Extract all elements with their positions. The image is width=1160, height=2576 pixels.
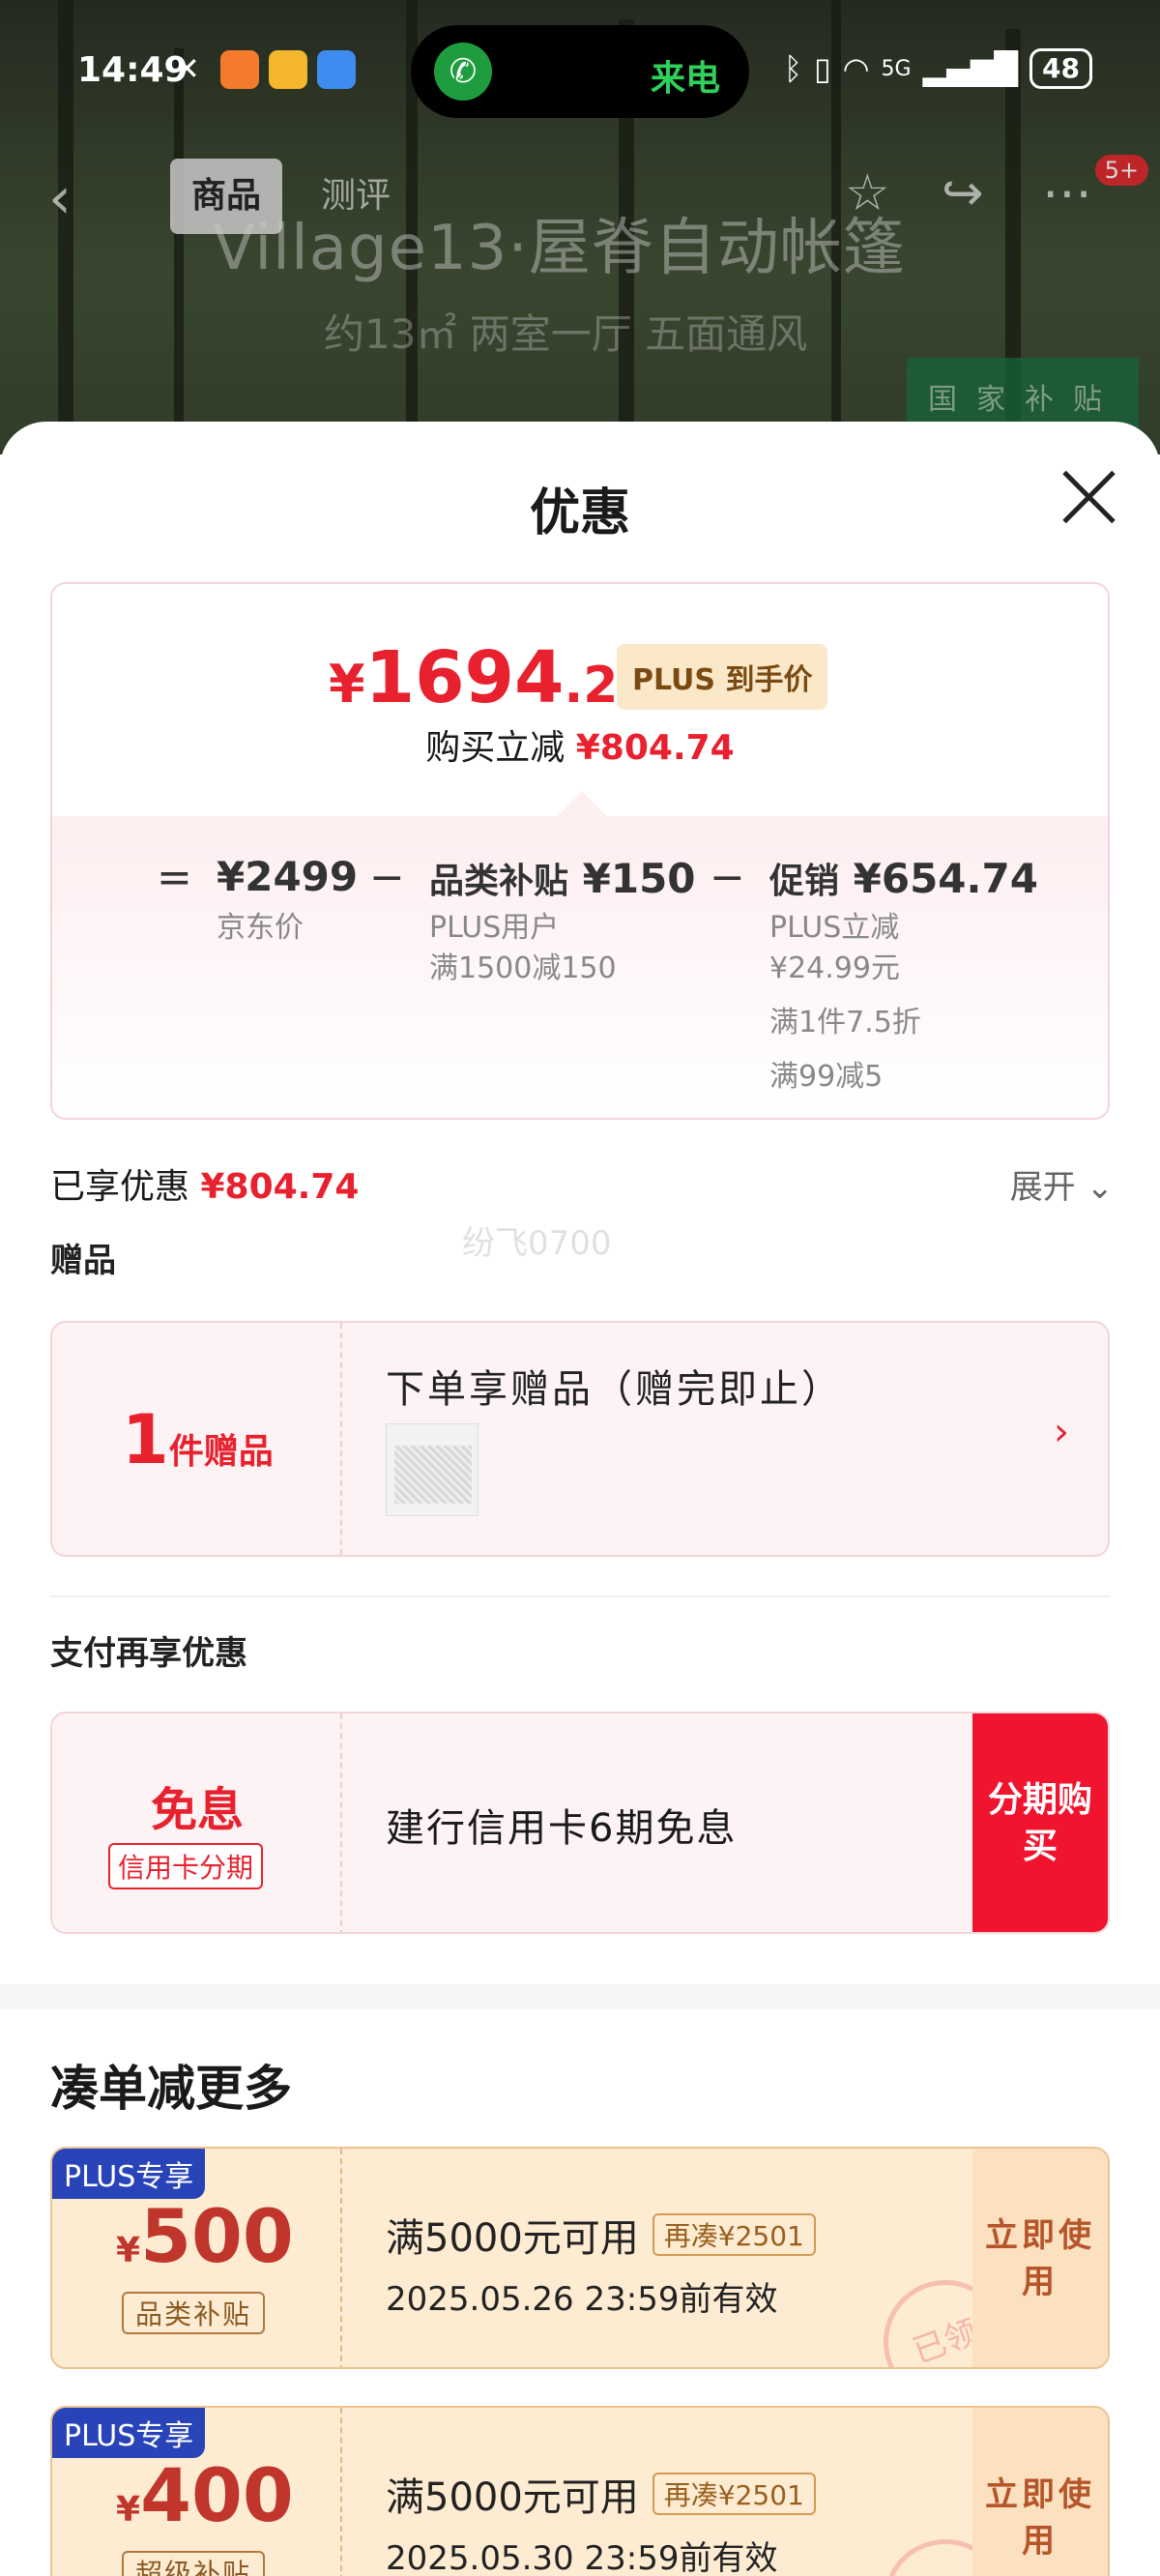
promo-note-amount: ¥24.99元 [769,951,900,985]
more-icon[interactable]: ⋯ [1042,164,1092,222]
missed-call-icon: ✕ [174,50,200,87]
back-icon[interactable]: ‹ [48,164,72,232]
chevron-down-icon: ⌄ [1086,1168,1115,1207]
minus-sign-2: − [710,853,745,902]
tab-review[interactable]: 测评 [300,159,412,234]
coupon-expiry: 2025.05.26 23:59前有效 [386,2280,778,2319]
discount-sheet: 优惠 ¥1694.26 PLUS 到手价 购买立减 ¥804.74 = ¥249… [0,422,1160,2576]
credit-offer-text: 建行信用卡6期免息 [386,1806,738,1851]
subsidy-note-rule: 满1500减150 [429,951,617,985]
sheet-title: 优惠 [529,483,630,542]
installment-buy-button[interactable]: 分期购买 [972,1713,1108,1932]
share-icon[interactable]: ↪ [942,164,984,222]
bluetooth-icon: ᛒ [783,50,803,87]
status-time: 14:49 [77,50,188,90]
wifi-icon: ◠ [842,50,870,87]
more-discount-title: 凑单减更多 [50,2060,292,2117]
promotion-amount: 促销 ¥654.74 [769,855,1038,902]
product-nav: ‹ 商品 测评 ☆ ↪ ⋯ 5+ [0,155,1160,242]
status-right-icons: ᛒ ▯ ◠ 5G ▂▄▆█ 48 [784,48,1092,89]
promo-note-threshold: 满99减5 [769,1060,884,1094]
use-now-button[interactable]: 立即使用 [972,2149,1108,2367]
credit-installment-tag: 信用卡分期 [108,1843,264,1889]
coupon-condition: 满5000元可用 再凑¥2501 [386,2466,816,2522]
coupon-type-tag: 超级补贴 [122,2551,266,2576]
plus-price-tag: PLUS 到手价 [617,644,828,710]
coupon-gap-tag: 再凑¥2501 [652,2213,816,2256]
gift-card[interactable]: 1件赠品 下单享赠品（赠完即止） › [50,1321,1110,1557]
credit-installment-card: 免息 信用卡分期 建行信用卡6期免息 分期购买 [50,1712,1110,1934]
star-icon[interactable]: ☆ [845,164,890,222]
signal-icon: ▂▄▆█ [922,50,1019,87]
plus-exclusive-badge: PLUS专享 [52,2149,206,2199]
minus-sign: − [369,853,405,902]
interest-free-label: 免息 [150,1783,244,1837]
use-now-button[interactable]: 立即使用 [972,2408,1108,2576]
vibrate-icon: ▯ [814,50,831,87]
reduce-summary: 购买立减 ¥804.74 [425,728,735,768]
close-icon[interactable] [1059,468,1117,526]
app-icon-weather [269,50,307,89]
final-price: ¥1694.26 [329,636,653,719]
battery-icon: 48 [1030,48,1092,89]
coupon-expiry: 2025.05.30 23:59前有效 [386,2539,778,2576]
phone-icon: ✆ [434,43,492,101]
promo-note-discount: 满1件7.5折 [769,1006,921,1039]
jd-price-label: 京东价 [217,911,304,945]
jd-price: ¥2499 [217,853,359,900]
subsidy-note-user: PLUS用户 [429,911,560,945]
app-icon-message [317,50,356,89]
watermark: 纷飞0700 [462,1224,612,1263]
category-subsidy: 品类补贴 ¥150 [429,855,696,902]
gift-thumbnail [386,1423,478,1516]
tab-product[interactable]: 商品 [170,159,283,234]
message-count-badge: 5+ [1094,155,1148,186]
gift-section-label: 赠品 [50,1242,116,1280]
enjoyed-discount: 已享优惠 ¥804.74 [50,1167,360,1207]
coupon-card: PLUS专享 ¥400 超级补贴 满5000元可用 再凑¥2501 2025.05… [50,2406,1110,2576]
gift-title: 下单享赠品（赠完即止） [386,1367,843,1412]
gift-count: 1件赠品 [122,1400,274,1479]
coupon-condition: 满5000元可用 再凑¥2501 [386,2207,816,2263]
chevron-right-icon: › [1054,1410,1069,1454]
pay-section-label: 支付再享优惠 [50,1634,247,1673]
coupon-type-tag: 品类补贴 [122,2292,266,2334]
coupon-amount: ¥400 [116,2452,294,2538]
expand-button[interactable]: 展开 ⌄ [1010,1160,1114,1208]
promo-note-plus: PLUS立减 [769,911,900,945]
coupon-gap-tag: 再凑¥2501 [652,2473,816,2515]
divider [50,1595,1110,1597]
plus-exclusive-badge: PLUS专享 [52,2408,206,2458]
signal-label: 5G [881,56,912,81]
app-icon-orange [220,50,259,89]
price-breakdown-card: ¥1694.26 PLUS 到手价 购买立减 ¥804.74 = ¥2499 京… [50,582,1110,1120]
incoming-call-label: 来电 [650,59,720,99]
status-bar: 14:49 ✕ ✆ 来电 ᛒ ▯ ◠ 5G ▂▄▆█ 48 [0,21,1160,118]
coupon-card: PLUS专享 ¥500 品类补贴 满5000元可用 再凑¥2501 2025.05… [50,2147,1110,2369]
coupon-amount: ¥500 [116,2193,294,2279]
dynamic-island-call[interactable]: ✆ 来电 [411,25,749,118]
equals-sign: = [157,853,192,902]
